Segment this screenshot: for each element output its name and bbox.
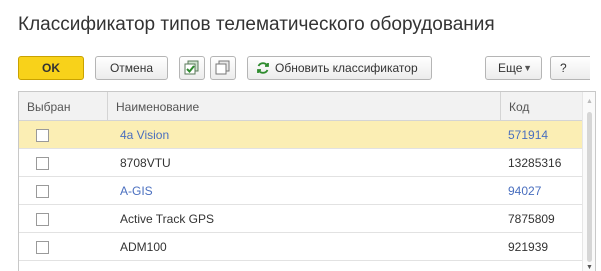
toolbar: OK Отмена Обновить классификатор Еще ▼ ? xyxy=(18,56,601,80)
table-row[interactable]: ADM100 921939 xyxy=(19,233,582,261)
refresh-icon xyxy=(257,62,269,74)
row-code: 571914 xyxy=(508,128,549,142)
scroll-down-icon[interactable]: ▼ xyxy=(586,264,593,271)
update-classifier-label: Обновить классификатор xyxy=(275,61,418,75)
row-checkbox-cell xyxy=(19,149,107,177)
row-checkbox[interactable] xyxy=(36,156,49,170)
row-name: ADM100 xyxy=(120,240,167,254)
uncheck-list-icon xyxy=(215,60,230,75)
row-name: 4a Vision xyxy=(120,128,170,142)
row-checkbox-cell xyxy=(19,177,107,205)
row-checkbox[interactable] xyxy=(36,184,49,198)
column-header-code[interactable]: Код xyxy=(500,92,582,121)
check-list-icon xyxy=(184,60,199,75)
window-title: Классификатор типов телематического обор… xyxy=(18,14,495,35)
row-name: 8708VTU xyxy=(120,156,171,170)
column-header-name[interactable]: Наименование xyxy=(107,92,500,121)
vertical-scrollbar[interactable]: ▲ ▼ xyxy=(582,92,595,271)
more-menu-button[interactable]: Еще ▼ xyxy=(485,56,542,80)
column-header-selected[interactable]: Выбран xyxy=(19,92,107,121)
row-checkbox[interactable] xyxy=(36,212,49,226)
scroll-up-icon[interactable]: ▲ xyxy=(586,98,593,105)
classifier-table: Выбран Наименование Код 4a Vision 571914… xyxy=(18,91,596,271)
row-name: Active Track GPS xyxy=(120,212,215,226)
table-row[interactable]: Active Track GPS 7875809 xyxy=(19,205,582,233)
scrollbar-thumb[interactable] xyxy=(587,112,592,262)
update-classifier-button[interactable]: Обновить классификатор xyxy=(247,56,432,80)
chevron-down-icon: ▼ xyxy=(523,63,532,73)
table-row[interactable]: 8708VTU 13285316 xyxy=(19,149,582,177)
row-code: 921939 xyxy=(508,240,549,254)
row-name: A-GIS xyxy=(120,184,153,198)
ok-button[interactable]: OK xyxy=(18,56,84,80)
row-checkbox[interactable] xyxy=(36,240,49,254)
row-checkbox-cell xyxy=(19,121,107,149)
select-all-button[interactable] xyxy=(179,56,205,80)
row-code: 7875809 xyxy=(508,212,555,226)
more-label: Еще xyxy=(498,61,523,75)
cancel-button[interactable]: Отмена xyxy=(95,56,168,80)
row-code: 13285316 xyxy=(508,156,562,170)
table-header: Выбран Наименование Код xyxy=(19,92,595,121)
help-button[interactable]: ? xyxy=(550,56,590,80)
row-checkbox[interactable] xyxy=(36,128,49,142)
row-code: 94027 xyxy=(508,184,542,198)
row-checkbox-cell xyxy=(19,205,107,233)
deselect-all-button[interactable] xyxy=(210,56,236,80)
table-row[interactable]: 4a Vision 571914 xyxy=(19,121,582,149)
table-row[interactable]: A-GIS 94027 xyxy=(19,177,582,205)
row-checkbox-cell xyxy=(19,233,107,261)
